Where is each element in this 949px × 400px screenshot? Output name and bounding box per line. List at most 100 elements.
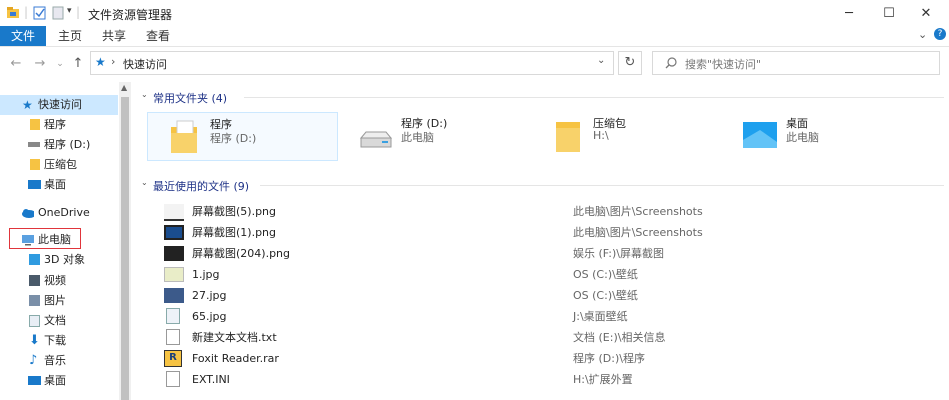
search-icon	[665, 57, 677, 69]
sidebar-item-label: 程序 (D:)	[44, 138, 91, 151]
sidebar-item-programs[interactable]: 程序	[0, 115, 118, 135]
tab-share[interactable]: 共享	[92, 26, 136, 46]
sidebar-item-3d-objects[interactable]: 3D 对象	[0, 250, 118, 270]
drive-icon	[359, 131, 393, 148]
scroll-up-icon[interactable]: ▲	[121, 83, 127, 92]
collapse-chevron-icon[interactable]: ⌄	[141, 178, 148, 187]
customize-toolbar-icon[interactable]: ▾	[67, 6, 72, 16]
file-name: EXT.INI	[192, 373, 230, 386]
sidebar-item-onedrive[interactable]: OneDrive	[0, 203, 118, 223]
desktop-icon	[28, 180, 41, 189]
tab-view[interactable]: 查看	[136, 26, 180, 46]
file-row[interactable]: R Foxit Reader.rar 程序 (D:)\程序	[160, 348, 940, 369]
file-name: 27.jpg	[192, 289, 227, 302]
address-dropdown-icon[interactable]: ⌄	[597, 55, 605, 66]
file-row[interactable]: 1.jpg OS (C:)\壁纸	[160, 264, 940, 285]
cloud-icon	[22, 209, 34, 218]
breadcrumb-quick-access[interactable]: 快速访问	[123, 56, 167, 72]
file-row[interactable]: EXT.INI H:\扩展外置	[160, 369, 940, 390]
sidebar-item-label: 桌面	[44, 374, 66, 387]
search-placeholder: 搜索"快速访问"	[685, 58, 762, 71]
sidebar-item-label: 快速访问	[38, 98, 82, 111]
refresh-button[interactable]: ↻	[618, 51, 642, 75]
arrow-left-icon: ←	[10, 56, 22, 71]
sidebar-item-music[interactable]: ♪ 音乐	[0, 351, 118, 371]
back-button[interactable]: ←	[6, 55, 26, 73]
refresh-icon: ↻	[624, 55, 636, 70]
breadcrumb-separator-icon[interactable]: ›	[111, 55, 115, 68]
file-path: J:\桌面壁纸	[573, 310, 628, 323]
file-path: 程序 (D:)\程序	[573, 352, 645, 365]
chevron-down-icon: ⌄	[56, 59, 64, 69]
file-row[interactable]: 屏幕截图(1).png 此电脑\图片\Screenshots	[160, 222, 940, 243]
folder-tile-programs[interactable]: 程序 程序 (D:)	[147, 112, 338, 161]
image-file-icon	[164, 204, 184, 221]
sidebar-item-pictures[interactable]: 图片	[0, 291, 118, 311]
properties-icon[interactable]	[33, 6, 46, 20]
search-box[interactable]: 搜索"快速访问"	[652, 51, 940, 75]
tile-sub: 此电脑	[786, 131, 819, 144]
explorer-app-icon[interactable]	[6, 6, 20, 20]
file-row[interactable]: 屏幕截图(204).png 娱乐 (F:)\屏幕截图	[160, 243, 940, 264]
collapse-chevron-icon[interactable]: ⌄	[141, 90, 148, 99]
file-row[interactable]: 65.jpg J:\桌面壁纸	[160, 306, 940, 327]
sidebar-item-downloads[interactable]: ⬇ 下载	[0, 331, 118, 351]
help-icon[interactable]: ?	[934, 28, 946, 40]
sidebar-item-drive-d[interactable]: 程序 (D:)	[0, 135, 118, 155]
video-icon	[29, 275, 40, 286]
file-row[interactable]: 屏幕截图(5).png 此电脑\图片\Screenshots	[160, 201, 940, 222]
frequent-folders-header[interactable]: 常用文件夹 (4)	[153, 90, 227, 106]
folder-icon	[30, 119, 40, 130]
file-row[interactable]: 新建文本文档.txt 文档 (E:)\相关信息	[160, 327, 940, 348]
tab-home[interactable]: 主页	[48, 26, 92, 46]
sidebar-item-this-pc[interactable]: 此电脑	[0, 230, 118, 250]
recent-locations-button[interactable]: ⌄	[50, 55, 70, 73]
file-row[interactable]: 27.jpg OS (C:)\壁纸	[160, 285, 940, 306]
image-file-icon	[164, 246, 184, 261]
music-icon: ♪	[29, 353, 38, 368]
folder-tile-archives[interactable]: 压缩包 H:\	[552, 112, 732, 158]
image-file-icon	[164, 288, 184, 303]
folder-doc-icon	[171, 120, 197, 153]
file-path: H:\扩展外置	[573, 373, 633, 386]
recent-files-header[interactable]: 最近使用的文件 (9)	[153, 178, 249, 194]
sidebar-item-label: 程序	[44, 118, 66, 131]
up-button[interactable]: ↑	[68, 55, 88, 73]
close-button[interactable]: ✕	[903, 0, 949, 26]
file-name: 屏幕截图(204).png	[192, 247, 291, 260]
forward-button[interactable]: →	[30, 55, 50, 73]
toolbar-divider: |	[24, 5, 29, 19]
sidebar-item-label: 压缩包	[44, 158, 77, 171]
address-bar[interactable]: ★ › 快速访问 ⌄	[90, 51, 614, 75]
new-folder-icon[interactable]	[52, 6, 64, 20]
divider	[260, 185, 944, 186]
divider	[244, 97, 944, 98]
settings-file-icon	[166, 371, 180, 387]
expand-ribbon-icon[interactable]: ⌄	[918, 28, 927, 41]
tab-file[interactable]: 文件	[0, 26, 46, 46]
sidebar-scrollbar-thumb[interactable]	[121, 97, 129, 400]
file-name: 屏幕截图(5).png	[192, 205, 277, 218]
minimize-icon: ─	[845, 5, 853, 21]
cube-icon	[29, 254, 40, 265]
star-icon: ★	[22, 98, 33, 112]
folder-tile-desktop[interactable]: 桌面 此电脑	[742, 112, 942, 158]
sidebar-item-desktop-pc[interactable]: 桌面	[0, 371, 118, 391]
desktop-icon	[28, 376, 41, 385]
sidebar-item-quick-access[interactable]: ★ 快速访问	[0, 95, 118, 115]
navigation-pane: ★ 快速访问 程序 程序 (D:) 压缩包 桌面 OneDrive 此电脑 3D…	[0, 82, 118, 400]
sidebar-item-desktop[interactable]: 桌面	[0, 175, 118, 195]
folder-tile-drive-d[interactable]: 程序 (D:) 此电脑	[354, 112, 534, 158]
sidebar-item-label: 音乐	[44, 354, 66, 367]
image-file-icon	[164, 225, 184, 240]
maximize-icon: ☐	[883, 5, 895, 21]
sidebar-item-label: 3D 对象	[44, 253, 85, 266]
sidebar-item-archives[interactable]: 压缩包	[0, 155, 118, 175]
sidebar-item-videos[interactable]: 视频	[0, 271, 118, 291]
text-file-icon	[166, 329, 180, 345]
sidebar-item-label: 视频	[44, 274, 66, 287]
file-name: 新建文本文档.txt	[192, 331, 277, 344]
sidebar-item-documents[interactable]: 文档	[0, 311, 118, 331]
sidebar-item-label: 文档	[44, 314, 66, 327]
tile-sub: 程序 (D:)	[210, 132, 257, 145]
